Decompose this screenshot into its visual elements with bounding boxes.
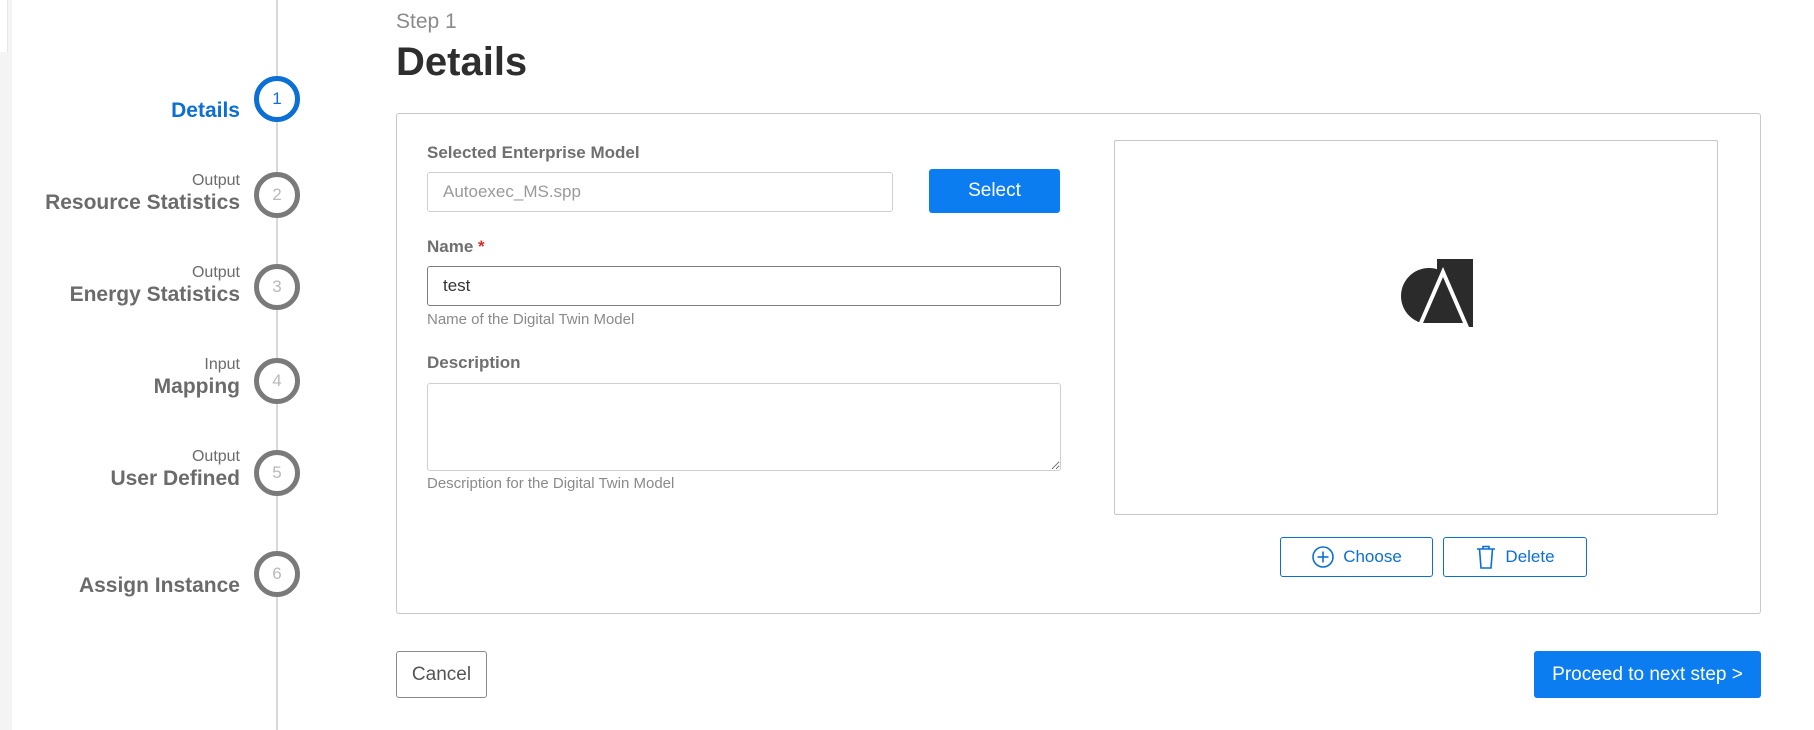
description-helper-text: Description for the Digital Twin Model	[427, 475, 675, 492]
step-circle-6[interactable]: 6	[254, 551, 300, 597]
step-indicator: Step 1	[396, 10, 457, 33]
left-scroll-strip	[0, 0, 12, 730]
choose-label: Choose	[1343, 547, 1402, 566]
name-label-text: Name	[427, 237, 474, 256]
enterprise-model-label: Selected Enterprise Model	[427, 143, 640, 162]
delete-label: Delete	[1505, 547, 1555, 566]
delete-image-button[interactable]: Delete	[1443, 537, 1587, 577]
step-sublabel: Output	[191, 264, 240, 281]
step-assign-instance[interactable]: Assign Instance	[79, 573, 240, 599]
page-title: Details	[396, 40, 528, 84]
step-resource-statistics[interactable]: Output Resource Statistics	[45, 172, 240, 216]
name-label: Name *	[427, 237, 485, 257]
step-label: Energy Statistics	[69, 283, 240, 306]
left-strip-cap	[0, 0, 8, 52]
step-circle-2[interactable]: 2	[254, 172, 300, 218]
cancel-button[interactable]: Cancel	[396, 651, 487, 698]
step-label: Resource Statistics	[45, 191, 240, 214]
step-label: Mapping	[153, 375, 240, 398]
step-sublabel: Input	[204, 356, 240, 373]
step-sublabel: Output	[191, 172, 240, 189]
step-label: User Defined	[110, 467, 240, 490]
step-user-defined[interactable]: Output User Defined	[110, 448, 240, 492]
trash-icon	[1477, 545, 1496, 569]
step-label: Assign Instance	[78, 574, 240, 597]
choose-image-button[interactable]: Choose	[1280, 537, 1433, 577]
name-helper-text: Name of the Digital Twin Model	[427, 311, 635, 328]
step-details[interactable]: Details	[171, 98, 240, 124]
step-circle-1[interactable]: 1	[254, 76, 300, 122]
proceed-next-step-button[interactable]: Proceed to next step >	[1534, 651, 1761, 698]
required-asterisk: *	[478, 237, 485, 256]
description-label: Description	[427, 353, 521, 372]
select-model-button[interactable]: Select	[929, 169, 1060, 213]
enterprise-model-input[interactable]	[427, 172, 893, 212]
step-circle-3[interactable]: 3	[254, 264, 300, 310]
shapes-logo-icon	[1401, 259, 1473, 327]
step-energy-statistics[interactable]: Output Energy Statistics	[70, 264, 240, 308]
step-circle-4[interactable]: 4	[254, 358, 300, 404]
step-circle-5[interactable]: 5	[254, 450, 300, 496]
step-mapping[interactable]: Input Mapping	[154, 356, 240, 400]
name-input[interactable]	[427, 266, 1061, 306]
step-sublabel: Output	[191, 448, 240, 465]
image-preview	[1114, 140, 1718, 515]
description-textarea[interactable]	[427, 383, 1061, 471]
step-label: Details	[171, 99, 240, 122]
plus-circle-icon	[1312, 546, 1334, 568]
